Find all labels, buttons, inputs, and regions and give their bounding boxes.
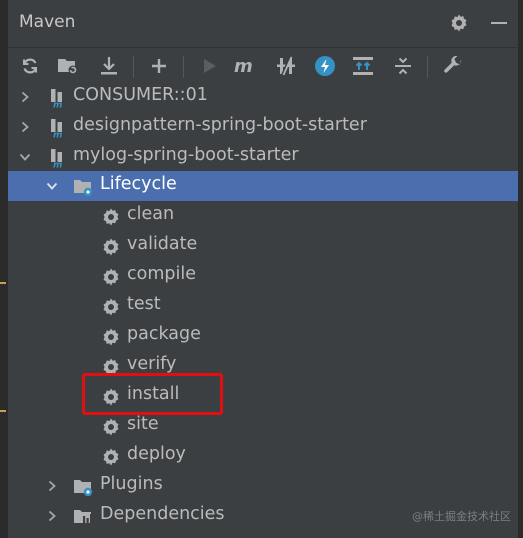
dependencies-icon: [74, 510, 93, 525]
gutter-mark: [0, 282, 6, 284]
window-edge: [518, 0, 523, 538]
editor-gutter-strip: [0, 0, 8, 538]
lifecycle-goal-compile[interactable]: compile: [8, 261, 518, 291]
tree-node-label: mylog-spring-boot-starter: [73, 145, 299, 165]
tree-node-label: Dependencies: [100, 504, 225, 524]
chevron-down-icon[interactable]: [45, 179, 59, 193]
tree-node-label: clean: [127, 204, 175, 224]
svg-text:m: m: [53, 161, 62, 169]
watermark: @稀土掘金技术社区: [412, 510, 511, 523]
gear-icon: [103, 328, 119, 346]
collapse-all-icon[interactable]: [390, 53, 416, 79]
maven-project-tree: m CONSUMER::01 m designpattern-spring-bo…: [8, 84, 518, 538]
tree-node-consumer[interactable]: m CONSUMER::01: [8, 82, 518, 112]
chevron-right-icon[interactable]: [18, 90, 32, 104]
gear-icon: [103, 448, 119, 466]
gutter-mark: [0, 410, 6, 412]
wrench-icon[interactable]: [440, 53, 466, 79]
gear-icon: [103, 418, 119, 436]
lifecycle-goal-validate[interactable]: validate: [8, 231, 518, 261]
tool-window-header: Maven: [8, 0, 518, 48]
toolbar-separator: [183, 56, 184, 78]
svg-text:m: m: [234, 56, 253, 76]
tree-node-label: site: [127, 414, 159, 434]
offline-mode-icon[interactable]: [273, 53, 299, 79]
execute-goal-icon[interactable]: m: [233, 53, 259, 79]
svg-text:m: m: [53, 131, 62, 139]
lifecycle-goal-test[interactable]: test: [8, 291, 518, 321]
svg-text:m: m: [53, 101, 62, 109]
toolbar-separator: [427, 56, 428, 78]
tree-node-label: verify: [127, 354, 177, 374]
add-icon[interactable]: [146, 53, 172, 79]
tree-node-label: test: [127, 294, 161, 314]
tree-node-label: Plugins: [100, 474, 163, 494]
tree-node-plugins[interactable]: Plugins: [8, 471, 518, 501]
download-icon[interactable]: [96, 53, 122, 79]
tree-node-label: CONSUMER::01: [73, 85, 208, 105]
folder-gear-icon: [74, 480, 93, 497]
chevron-down-icon[interactable]: [18, 150, 32, 164]
tree-node-label: Lifecycle: [100, 174, 177, 194]
maven-module-icon: m: [51, 89, 62, 109]
chevron-right-icon[interactable]: [45, 479, 59, 493]
refresh-icon[interactable]: [17, 53, 43, 79]
lifecycle-goal-site[interactable]: site: [8, 411, 518, 441]
tool-window-title: Maven: [19, 12, 76, 32]
lifecycle-goal-deploy[interactable]: deploy: [8, 441, 518, 471]
tree-node-mylog[interactable]: m mylog-spring-boot-starter: [8, 142, 518, 172]
minimize-icon[interactable]: [487, 11, 511, 35]
tree-node-designpattern[interactable]: m designpattern-spring-boot-starter: [8, 112, 518, 142]
tree-node-label: designpattern-spring-boot-starter: [73, 115, 367, 135]
toolbar-separator: [133, 56, 134, 78]
run-icon[interactable]: [196, 53, 222, 79]
folder-refresh-icon[interactable]: [55, 53, 81, 79]
lifecycle-goal-clean[interactable]: clean: [8, 201, 518, 231]
tree-node-lifecycle[interactable]: Lifecycle: [8, 171, 518, 201]
tree-node-label: package: [127, 324, 201, 344]
maven-module-icon: m: [51, 119, 62, 139]
gear-icon: [103, 268, 119, 286]
maven-toolbar: m: [8, 48, 518, 84]
show-dependencies-icon[interactable]: [350, 53, 376, 79]
maven-module-icon: m: [51, 149, 62, 169]
tree-node-label: compile: [127, 264, 196, 284]
chevron-right-icon[interactable]: [45, 509, 59, 523]
folder-gear-icon: [74, 180, 93, 197]
lifecycle-goal-package[interactable]: package: [8, 321, 518, 351]
install-highlight-box: [82, 373, 223, 415]
gear-icon: [103, 208, 119, 226]
skip-tests-icon[interactable]: [312, 53, 338, 79]
chevron-right-icon[interactable]: [18, 120, 32, 134]
tree-node-label: validate: [127, 234, 198, 254]
gear-icon: [103, 238, 119, 256]
gear-icon[interactable]: [447, 11, 471, 35]
tree-node-label: deploy: [127, 444, 186, 464]
gear-icon: [103, 298, 119, 316]
